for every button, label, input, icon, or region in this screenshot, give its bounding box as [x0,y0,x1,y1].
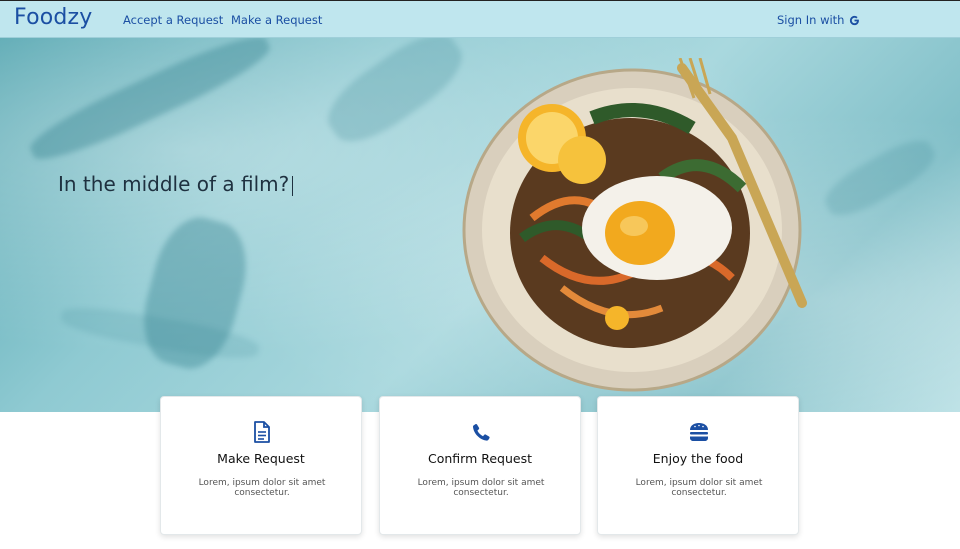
step-card-confirm-request: Confirm Request Lorem, ipsum dolor sit a… [379,396,581,535]
card-text: Lorem, ipsum dolor sit amet consectetur. [635,478,763,498]
step-card-make-request: Make Request Lorem, ipsum dolor sit amet… [160,396,362,535]
document-icon [254,421,270,443]
nav-make-request[interactable]: Make a Request [231,13,322,27]
card-text: Lorem, ipsum dolor sit amet consectetur. [198,478,326,498]
hero-tagline: In the middle of a film? [58,172,294,196]
food-bowl-image [462,58,807,392]
nav-accept-request[interactable]: Accept a Request [123,13,223,27]
brand-logo[interactable]: Foodzy [14,5,93,30]
hero-tagline-text: In the middle of a film? [58,172,290,196]
card-title: Make Request [217,451,305,466]
hero-banner: In the middle of a film? [0,38,960,412]
sign-in-label: Sign In with [777,13,845,27]
card-title: Enjoy the food [652,451,744,466]
sign-in-button[interactable]: Sign In with [777,13,860,27]
card-text: Lorem, ipsum dolor sit amet consectetur. [417,478,545,498]
navbar: Foodzy Accept a Request Make a Request S… [0,0,960,38]
card-title: Confirm Request [427,451,533,466]
step-card-enjoy-food: Enjoy the food Lorem, ipsum dolor sit am… [597,396,799,535]
text-cursor [292,175,294,196]
burger-icon [690,423,708,441]
phone-icon [472,423,490,441]
google-icon [850,15,860,25]
